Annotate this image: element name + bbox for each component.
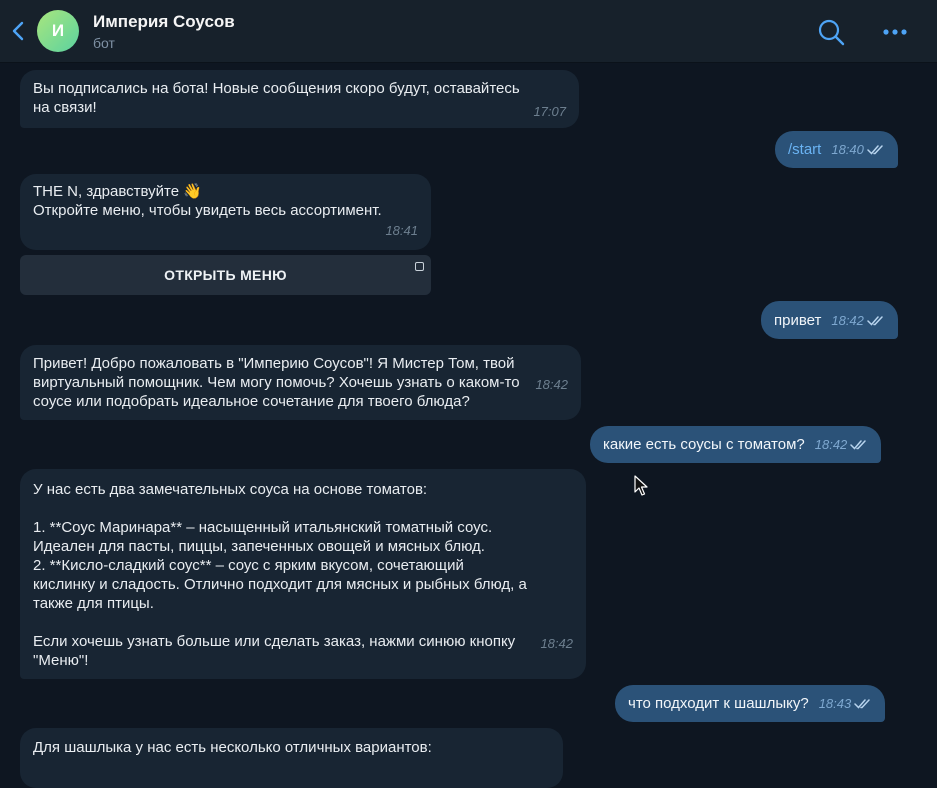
chat-title[interactable]: Империя Соусов: [93, 12, 235, 32]
message-incoming[interactable]: Привет! Добро пожаловать в "Империю Соус…: [20, 345, 581, 420]
message-text: что подходит к шашлыку?: [628, 695, 809, 712]
message-outgoing[interactable]: какие есть соусы с томатом? 18:42: [590, 426, 882, 463]
message-text: привет: [774, 311, 822, 329]
message-text: какие есть соусы с томатом?: [603, 436, 805, 453]
message-incoming[interactable]: У нас есть два замечательных соуса на ос…: [20, 469, 586, 679]
double-check-icon: [850, 440, 867, 450]
double-check-icon: [854, 699, 870, 709]
double-check-icon: [867, 145, 883, 155]
web-app-icon: [415, 262, 424, 271]
mouse-cursor-icon: [634, 475, 648, 496]
message-time: 18:41: [385, 223, 418, 238]
message-text: Привет! Добро пожаловать в "Империю Соус…: [33, 355, 520, 410]
chevron-left-icon[interactable]: [10, 20, 28, 42]
message-text: Для шашлыка у нас есть несколько отличны…: [33, 739, 432, 756]
message-time: 18:42: [540, 636, 573, 651]
bot-command-link[interactable]: /start: [788, 140, 821, 159]
message-time: 17:07: [533, 104, 566, 119]
message-text: Вы подписались на бота! Новые сообщения …: [33, 80, 520, 116]
message-time: 18:43: [818, 696, 852, 711]
double-check-icon: [867, 315, 883, 326]
message-list[interactable]: Вы подписались на бота! Новые сообщения …: [0, 63, 937, 788]
avatar[interactable]: И: [37, 10, 79, 52]
message-time: 18:42: [535, 377, 568, 392]
more-dots-icon[interactable]: [880, 17, 910, 47]
message-text: У нас есть два замечательных соуса на ос…: [33, 481, 527, 669]
message-incoming[interactable]: THE N, здравствуйте 👋 Откройте меню, что…: [20, 174, 431, 250]
message-incoming[interactable]: Для шашлыка у нас есть несколько отличны…: [20, 728, 563, 788]
open-menu-label: ОТКРЫТЬ МЕНЮ: [164, 267, 287, 283]
message-incoming[interactable]: Вы подписались на бота! Новые сообщения …: [20, 70, 579, 128]
open-menu-button[interactable]: ОТКРЫТЬ МЕНЮ: [20, 255, 431, 295]
chat-header: И Империя Соусов бот: [0, 0, 937, 63]
message-outgoing[interactable]: /start 18:40: [775, 131, 898, 168]
message-outgoing[interactable]: что подходит к шашлыку? 18:43: [615, 685, 886, 722]
chat-subtitle: бот: [93, 35, 115, 51]
message-time: 18:42: [814, 437, 848, 452]
message-time: 18:42: [831, 312, 864, 328]
search-icon[interactable]: [816, 17, 846, 47]
message-text: THE N, здравствуйте 👋 Откройте меню, что…: [33, 183, 382, 219]
message-outgoing[interactable]: привет 18:42: [761, 301, 898, 339]
message-time: 18:40: [831, 142, 864, 157]
